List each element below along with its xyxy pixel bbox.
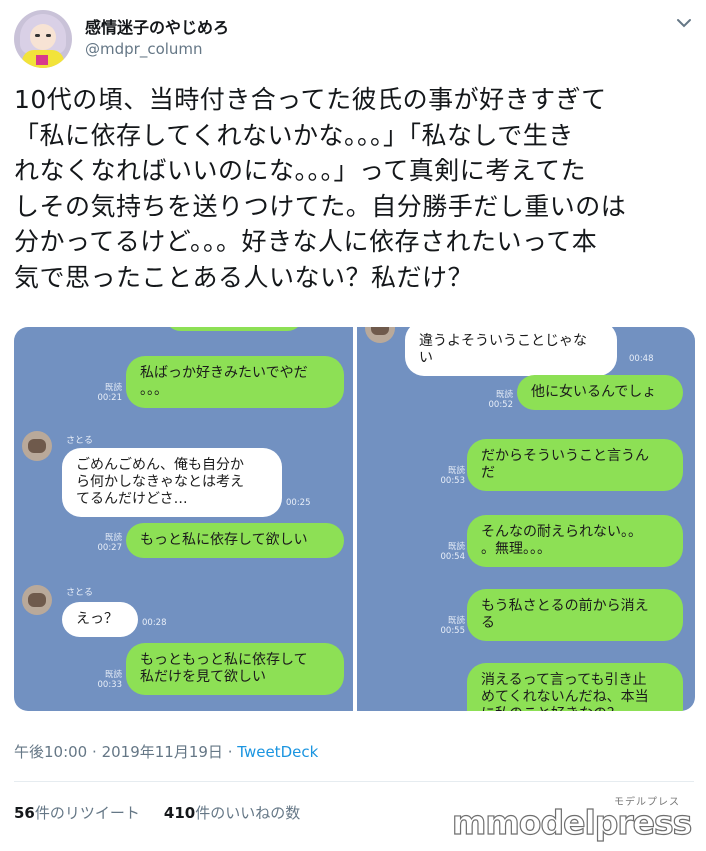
- chat-bubble: 消えるって言っても引き止 めてくれないんだね、本当 に私のこと好きなの？: [467, 663, 683, 711]
- tweet-stats: 56件のリツイート 410件のいいねの数: [14, 802, 300, 823]
- partial-bubble: [164, 327, 304, 331]
- tweet-media[interactable]: 私ばっか好きみたいでやだ 。。。 既読 00:21 さとる ごめんごめん、俺も自分…: [14, 327, 695, 711]
- account-name[interactable]: 感情迷子のやじめろ: [85, 14, 229, 38]
- chat-bubble: 違うよそういうことじゃな い: [405, 327, 617, 376]
- tweet-text: 10代の頃、当時付き合ってた彼氏の事が好きすぎて 「私に依存してくれないかな。。…: [14, 85, 627, 292]
- message-time: 00:25: [286, 498, 311, 508]
- sender-avatar: [22, 585, 52, 615]
- read-receipt: 既読 00:52: [488, 390, 514, 410]
- retweets-stat[interactable]: 56件のリツイート: [14, 804, 140, 822]
- message-time: 00:48: [629, 354, 654, 364]
- tweet-source-link[interactable]: TweetDeck: [237, 743, 318, 761]
- chat-bubble: もっともっと私に依存して 私だけを見て欲しい: [126, 643, 344, 695]
- chat-bubble: もっと私に依存して欲しい: [126, 523, 344, 558]
- read-receipt: 既読 00:21: [97, 383, 123, 403]
- likes-stat[interactable]: 410件のいいねの数: [164, 804, 300, 822]
- tweet-date[interactable]: 2019年11月19日: [102, 743, 223, 761]
- chat-bubble: ごめんごめん、俺も自分か ら何かしなきゃなとは考え てるんだけどさ…: [62, 448, 282, 517]
- modelpress-watermark: モデルプレス mmodelpress: [451, 793, 702, 847]
- account-handle[interactable]: @mdpr_column: [85, 40, 203, 58]
- chat-bubble: そんなの耐えられない。。 。無理。。。: [467, 515, 683, 567]
- read-receipt: 既読 00:54: [440, 542, 466, 562]
- watermark-logo: mmodelpress: [451, 802, 693, 842]
- tweet-time[interactable]: 午後10:00: [14, 743, 87, 761]
- sender-name: さとる: [66, 436, 94, 446]
- tweet-header: 感情迷子のやじめろ @mdpr_column: [14, 10, 694, 74]
- read-receipt: 既読 00:53: [440, 466, 466, 486]
- read-receipt: 既読 00:33: [97, 670, 123, 690]
- chat-bubble: 私ばっか好きみたいでやだ 。。。: [126, 356, 344, 408]
- chat-bubble: えっ？: [62, 602, 138, 637]
- message-time: 00:28: [142, 618, 167, 628]
- tweet-timestamp: 午後10:00 · 2019年11月19日 · TweetDeck: [14, 743, 319, 761]
- read-receipt: 既読 00:55: [440, 616, 466, 636]
- chat-bubble: もう私さとるの前から消え る: [467, 589, 683, 641]
- avatar[interactable]: [14, 10, 72, 68]
- chat-bubble: だからそういうこと言うん だ: [467, 439, 683, 491]
- chat-screenshot-left[interactable]: 私ばっか好きみたいでやだ 。。。 既読 00:21 さとる ごめんごめん、俺も自分…: [14, 327, 353, 711]
- read-receipt: 既読 00:27: [97, 533, 123, 553]
- chevron-down-icon[interactable]: [674, 16, 694, 30]
- sender-avatar: [365, 327, 395, 343]
- sender-name: さとる: [66, 588, 94, 598]
- chat-screenshot-right[interactable]: 違うよそういうことじゃな い 00:48 他に女いるんでしょ 既読 00:52 だ…: [357, 327, 695, 711]
- chat-bubble: 他に女いるんでしょ: [517, 375, 683, 410]
- sender-avatar: [22, 431, 52, 461]
- divider: [14, 781, 694, 782]
